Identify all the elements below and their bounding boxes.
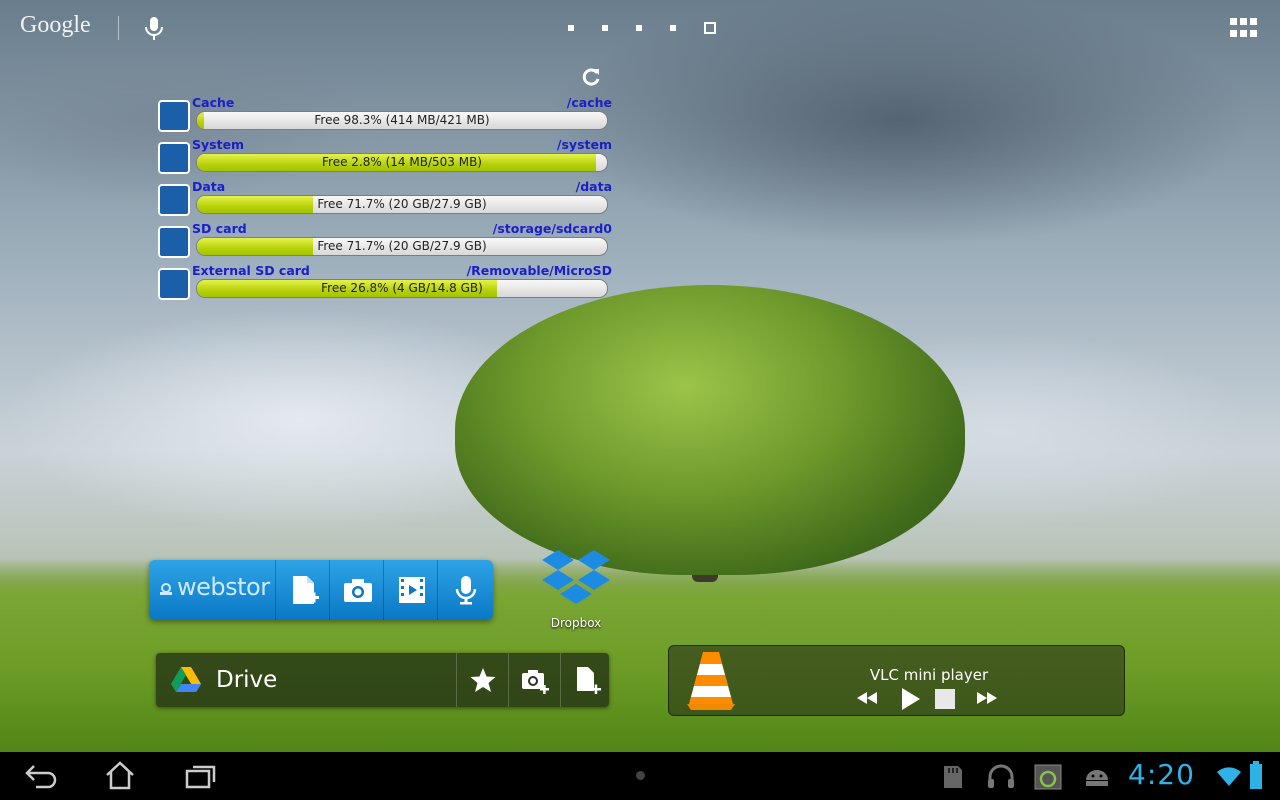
- floppy-icon: [158, 268, 190, 300]
- storage-row[interactable]: External SD card/Removable/MicroSD Free 2…: [156, 263, 614, 304]
- webstor-cloud-icon: [160, 583, 172, 595]
- new-document-button[interactable]: [275, 560, 330, 620]
- play-icon[interactable]: [899, 686, 923, 712]
- cache-icon: [158, 100, 190, 132]
- new-doc-button[interactable]: [560, 653, 612, 707]
- camera-button[interactable]: [329, 560, 384, 620]
- storage-bar-text: Free 26.8% (4 GB/14.8 GB): [321, 281, 483, 295]
- storage-bar: Free 71.7% (20 GB/27.9 GB): [196, 237, 608, 256]
- webstor-logo[interactable]: webstor: [149, 560, 273, 620]
- audio-record-button[interactable]: [437, 560, 492, 620]
- recent-apps-icon[interactable]: [184, 762, 218, 790]
- wifi-icon: [1217, 767, 1241, 786]
- star-icon: [470, 668, 496, 692]
- refresh-icon[interactable]: [580, 66, 602, 88]
- dropbox-shortcut[interactable]: Dropbox: [538, 546, 614, 636]
- vlc-mini-player: VLC mini player: [668, 645, 1125, 716]
- storage-path: /system: [556, 137, 612, 152]
- voice-search-mic-icon[interactable]: [140, 14, 168, 42]
- tree-canopy: [455, 285, 965, 575]
- storage-name: External SD card: [192, 263, 310, 278]
- google-search-label[interactable]: Google: [20, 12, 91, 39]
- system-icon: [158, 142, 190, 174]
- storage-bar-text: Free 2.8% (14 MB/503 MB): [322, 155, 482, 169]
- clock[interactable]: 4:20: [1128, 758, 1195, 791]
- film-icon: [399, 577, 425, 603]
- storage-row[interactable]: System/system Free 2.8% (14 MB/503 MB): [156, 137, 614, 178]
- page-indicator: [568, 22, 716, 34]
- vlc-title: VLC mini player: [869, 666, 989, 684]
- upload-photo-button[interactable]: [508, 653, 560, 707]
- drive-widget: Drive: [156, 653, 609, 707]
- storage-bar: Free 71.7% (20 GB/27.9 GB): [196, 195, 608, 214]
- headset-status-icon: [988, 764, 1014, 788]
- all-apps-grid-icon[interactable]: [1230, 18, 1258, 38]
- back-icon[interactable]: [24, 762, 58, 790]
- starred-button[interactable]: [456, 653, 508, 707]
- page-dot[interactable]: [636, 25, 642, 31]
- battery-icon: [1250, 761, 1262, 789]
- android-debug-icon: [1086, 770, 1108, 786]
- data-icon: [158, 184, 190, 216]
- storage-bar: Free 26.8% (4 GB/14.8 GB): [196, 279, 608, 298]
- video-button[interactable]: [383, 560, 438, 620]
- dropbox-label: Dropbox: [550, 616, 602, 630]
- new-document-icon: [293, 576, 319, 604]
- rewind-icon[interactable]: [855, 690, 879, 706]
- storage-path: /Removable/MicroSD: [466, 263, 612, 278]
- camera-plus-icon: [522, 670, 549, 694]
- storage-path: /cache: [566, 95, 612, 110]
- sd-card-icon: [158, 226, 190, 258]
- storage-row[interactable]: SD card/storage/sdcard0 Free 71.7% (20 GB…: [156, 221, 614, 262]
- drive-label[interactable]: Drive: [216, 667, 277, 693]
- center-dot: [636, 771, 645, 780]
- divider: [118, 16, 119, 40]
- page-dot[interactable]: [670, 25, 676, 31]
- vlc-cone-icon[interactable]: [681, 648, 741, 712]
- home-icon[interactable]: [104, 760, 136, 790]
- top-bar: Google: [0, 0, 1280, 56]
- media-status-icon: [1034, 764, 1062, 790]
- fast-forward-icon[interactable]: [975, 690, 999, 706]
- webstor-logo-text: webstor: [177, 573, 270, 601]
- storage-row[interactable]: Data/data Free 71.7% (20 GB/27.9 GB): [156, 179, 614, 220]
- storage-name: Cache: [192, 95, 235, 110]
- page-dot-active[interactable]: [704, 22, 716, 34]
- storage-row[interactable]: Cache/cache Free 98.3% (414 MB/421 MB): [156, 95, 614, 136]
- system-nav-bar: 4:20: [0, 752, 1280, 800]
- storage-bar-text: Free 71.7% (20 GB/27.9 GB): [317, 197, 487, 211]
- storage-name: System: [192, 137, 245, 152]
- storage-bar-text: Free 71.7% (20 GB/27.9 GB): [317, 239, 487, 253]
- webstor-widget: webstor: [149, 560, 493, 620]
- sd-card-status-icon: [944, 766, 962, 788]
- storage-bar-text: Free 98.3% (414 MB/421 MB): [314, 113, 490, 127]
- page-dot[interactable]: [568, 25, 574, 31]
- storage-name: SD card: [192, 221, 247, 236]
- storage-bar: Free 98.3% (414 MB/421 MB): [196, 111, 608, 130]
- storage-name: Data: [192, 179, 226, 194]
- google-drive-icon[interactable]: [170, 665, 202, 695]
- microphone-icon: [455, 576, 477, 605]
- storage-path: /storage/sdcard0: [492, 221, 612, 236]
- storage-bar: Free 2.8% (14 MB/503 MB): [196, 153, 608, 172]
- storage-path: /data: [575, 179, 612, 194]
- dropbox-icon: [542, 550, 610, 604]
- new-document-icon: [577, 667, 601, 694]
- page-dot[interactable]: [602, 25, 608, 31]
- stop-icon[interactable]: [934, 688, 956, 710]
- camera-icon: [344, 579, 372, 602]
